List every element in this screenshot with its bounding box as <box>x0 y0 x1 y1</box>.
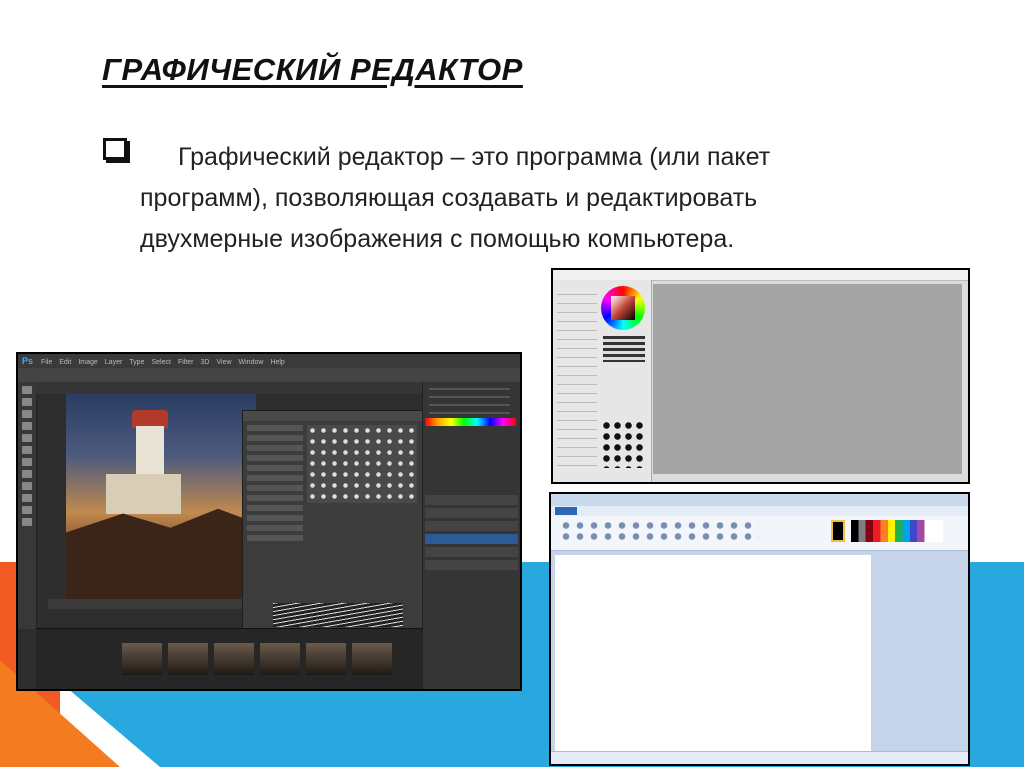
slide-title: ГРАФИЧЕСКИЙ РЕДАКТОР <box>102 52 523 87</box>
pen-tool-icon <box>22 482 32 490</box>
ps-thumbnail <box>352 643 392 675</box>
lighthouse-rocks <box>66 508 256 599</box>
ps-mini-bridge <box>36 628 422 689</box>
ps-menu-item: View <box>216 359 232 366</box>
ps-thumbnail <box>122 643 162 675</box>
ms-paint-screenshot <box>549 492 970 766</box>
ps-menu-item: Filter <box>177 359 194 366</box>
photoshop-screenshot: Ps File Edit Image Layer Type Select Filter 3D V… <box>16 352 522 691</box>
ps-menu-item: Window <box>238 359 264 366</box>
sai-canvas <box>653 284 962 474</box>
ps-menu-item: Layer <box>104 359 123 366</box>
ps-thumbnail <box>168 643 208 675</box>
ps-thumbnail <box>260 643 300 675</box>
sai-color-sliders <box>603 336 645 362</box>
stamp-tool-icon <box>22 446 32 454</box>
ps-menu: File Edit Image Layer Type Select Filter 3D View… <box>41 359 292 366</box>
ps-right-panels <box>422 382 520 689</box>
paint-current-color <box>831 520 845 542</box>
checkbox-bullet-icon <box>103 138 127 160</box>
ps-options-bar <box>18 368 520 383</box>
paint-tool-sai-screenshot <box>551 268 970 484</box>
type-tool-icon <box>22 494 32 502</box>
ps-status-bar <box>48 599 260 609</box>
sai-tool-panel <box>553 280 652 482</box>
ps-toolbox <box>18 382 37 629</box>
ps-menu-item: Type <box>129 359 145 366</box>
paint-ribbon <box>551 516 968 551</box>
ps-brush-panel-header <box>243 411 423 421</box>
paint-color-palette <box>851 520 943 542</box>
ps-menu-item: File <box>40 359 53 366</box>
ps-menu-item: Select <box>151 359 171 366</box>
ps-brush-panel <box>242 410 424 637</box>
ps-document-tabs <box>36 382 422 394</box>
ps-color-ramp <box>425 418 516 426</box>
paint-titlebar <box>551 494 968 506</box>
hand-tool-icon <box>22 506 32 514</box>
sai-layer-list <box>557 294 597 474</box>
paint-status-bar <box>551 751 968 764</box>
ps-thumbnail <box>214 643 254 675</box>
definition-term: Графический редактор <box>178 143 444 171</box>
move-tool-icon <box>22 386 32 394</box>
paint-ribbon-tabs <box>551 506 968 516</box>
lasso-tool-icon <box>22 410 32 418</box>
marquee-tool-icon <box>22 398 32 406</box>
sai-brush-sizes <box>601 420 647 468</box>
ps-brush-tip-grid <box>307 425 417 503</box>
zoom-tool-icon <box>22 518 32 526</box>
paint-tool-icons <box>559 520 759 542</box>
lighthouse-house <box>106 474 181 514</box>
ps-brush-stroke-preview <box>273 603 403 627</box>
ps-app-icon: Ps <box>22 356 34 366</box>
paint-file-tab <box>555 507 577 515</box>
gradient-tool-icon <box>22 470 32 478</box>
ps-color-sliders <box>429 388 510 414</box>
ps-thumbnail <box>306 643 346 675</box>
ps-menu-item: Image <box>78 359 98 366</box>
ps-history-panel <box>423 492 520 573</box>
eraser-tool-icon <box>22 458 32 466</box>
color-wheel-icon <box>601 286 645 330</box>
paint-workspace <box>551 551 968 753</box>
crop-tool-icon <box>22 422 32 430</box>
brush-tool-icon <box>22 434 32 442</box>
paint-canvas <box>555 555 871 753</box>
ps-menu-item: Help <box>270 359 285 366</box>
ps-menu-item: Edit <box>59 359 72 366</box>
ps-brush-options-list <box>247 425 303 545</box>
ps-menu-item: 3D <box>200 359 210 366</box>
ps-lighthouse-image <box>66 394 256 599</box>
definition-paragraph: Графический редактор – это программа (ил… <box>140 137 880 260</box>
ps-menubar: Ps File Edit Image Layer Type Select Filter 3D V… <box>18 354 520 368</box>
